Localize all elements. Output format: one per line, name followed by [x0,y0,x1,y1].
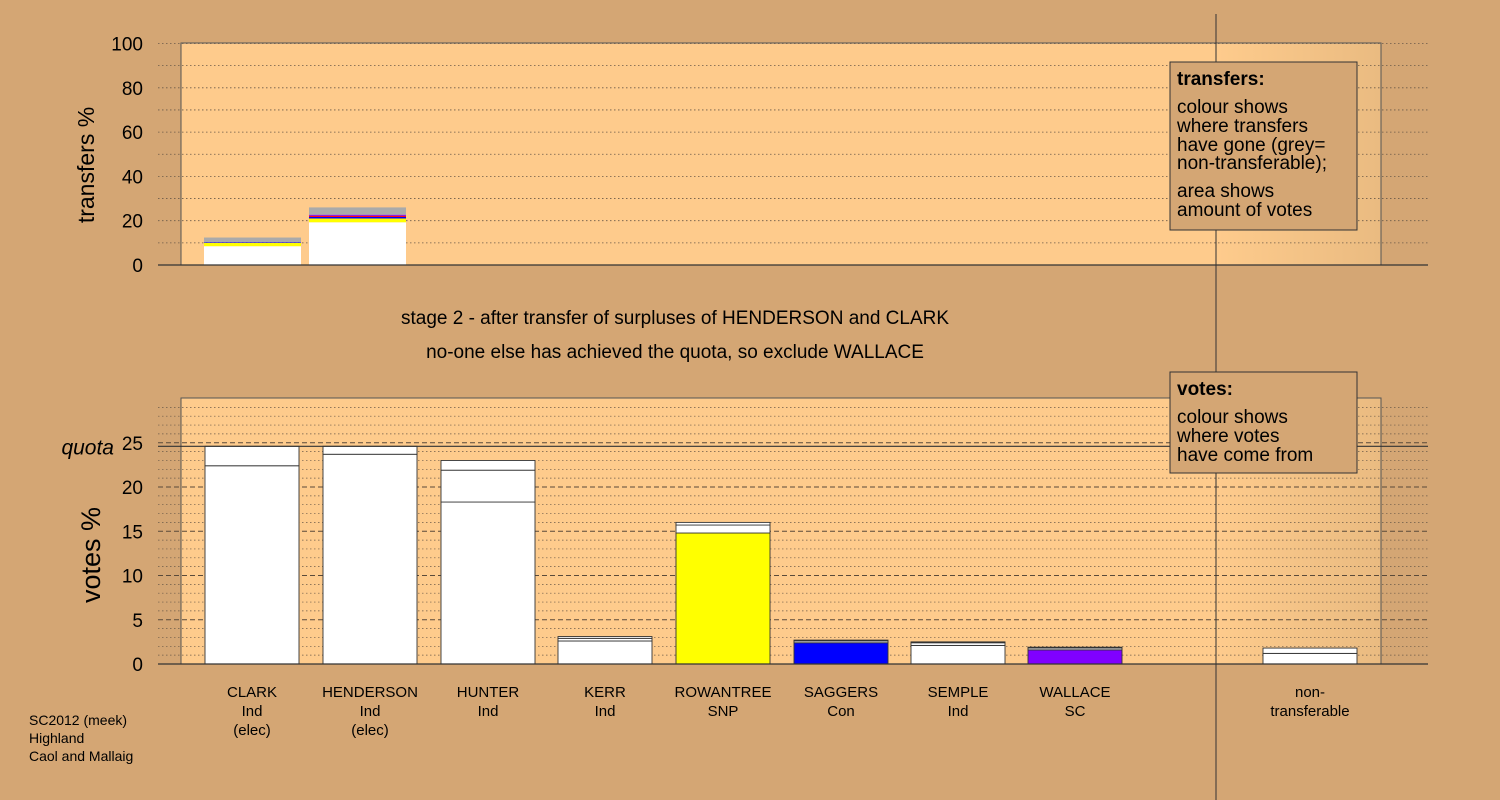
category-label: HUNTER [457,684,520,701]
vote-bar-segment [675,524,771,534]
y-tick-label: 0 [132,655,143,676]
transfers-legend-line: amount of votes [1177,200,1312,221]
footer-ward: Caol and Mallaig [29,748,133,764]
transfer-bar-segment [309,207,406,215]
transfer-bar-segment [309,218,406,223]
votes-y-axis-title: votes % [76,507,106,603]
vote-bar-segment [440,469,536,503]
category-label: Con [827,703,855,720]
votes-legend: votes: colour shows where votes have com… [1169,371,1358,474]
category-label: Ind [595,703,616,720]
y-tick-label: 80 [122,79,143,100]
vote-bar-segment [322,445,418,455]
y-tick-label: 20 [122,212,143,233]
transfer-bar-segment [204,246,301,265]
category-label: (elec) [233,722,271,739]
category-label: non- [1295,684,1325,701]
transfer-bar-segment [309,216,406,219]
votes-legend-line: have come from [1177,445,1313,466]
category-label: Ind [478,703,499,720]
transfers-legend-line: non-transferable); [1177,153,1327,174]
vote-bar-segment [793,639,889,642]
transfer-bar-segment [204,242,301,247]
y-tick-label: 0 [132,256,143,277]
transfers-y-axis-title: transfers % [73,107,99,223]
category-label: SAGGERS [804,684,878,701]
transfers-legend: transfers: colour shows where transfers … [1169,61,1358,231]
vote-bar-segment [675,532,771,665]
stv-count-chart: quota 0 20 40 60 80 100 0 5 10 15 20 25 transfers … [29,14,1428,800]
vote-bar-segment [440,460,536,471]
transfers-legend-line: where transfers [1176,116,1308,137]
votes-legend-line: colour shows [1177,407,1288,428]
votes-legend-line: where votes [1176,426,1279,447]
vote-bar-segment [675,521,771,526]
vote-bar-segment [440,501,536,665]
y-tick-label: 100 [111,35,143,56]
category-label: Ind [242,703,263,720]
vote-bar-segment [322,453,418,665]
transfer-bar-segment [309,214,406,216]
vote-bar-segment [1262,647,1358,654]
category-label: KERR [584,684,626,701]
stage-description: stage 2 - after transfer of surpluses of… [401,308,949,329]
transfers-legend-title: transfers: [1177,69,1265,90]
category-label: transferable [1270,703,1349,720]
y-tick-label: 20 [122,478,143,499]
footer-council: Highland [29,730,84,746]
transfer-bar-segment [204,242,301,243]
vote-bar-segment [910,641,1006,644]
category-label: (elec) [351,722,389,739]
y-tick-label: 15 [122,522,143,543]
category-label: SEMPLE [928,684,989,701]
y-tick-label: 60 [122,123,143,144]
footer-election: SC2012 (meek) [29,712,127,728]
exclusion-note: no-one else has achieved the quota, so e… [426,342,924,363]
vote-bar-segment [1027,649,1123,665]
y-tick-label: 10 [122,567,143,588]
y-tick-label: 25 [122,434,143,455]
quota-label: quota [61,436,114,459]
transfer-bar-segment [309,222,406,265]
category-label: WALLACE [1039,684,1110,701]
transfers-legend-line: colour shows [1177,97,1288,118]
transfers-legend-line: area shows [1177,181,1274,202]
vote-bar-segment [910,644,1006,665]
transfer-bar-segment [309,215,406,217]
transfer-bar-segment [204,237,301,243]
vote-bar-segment [204,465,300,665]
category-label: HENDERSON [322,684,418,701]
category-label: SC [1065,703,1086,720]
category-label: ROWANTREE [675,684,772,701]
category-label: SNP [708,703,739,720]
vote-bar-segment [204,445,300,467]
vote-bar-segment [1262,652,1358,665]
vote-bar-segment [793,642,889,665]
category-label: Ind [360,703,381,720]
category-label: Ind [948,703,969,720]
y-tick-label: 5 [132,611,143,632]
vote-bar-segment [557,640,653,665]
vote-bar-segment [1027,646,1123,649]
y-tick-label: 40 [122,167,143,188]
category-label: CLARK [227,684,277,701]
vote-bar-segment [557,636,653,639]
votes-legend-title: votes: [1177,379,1233,400]
